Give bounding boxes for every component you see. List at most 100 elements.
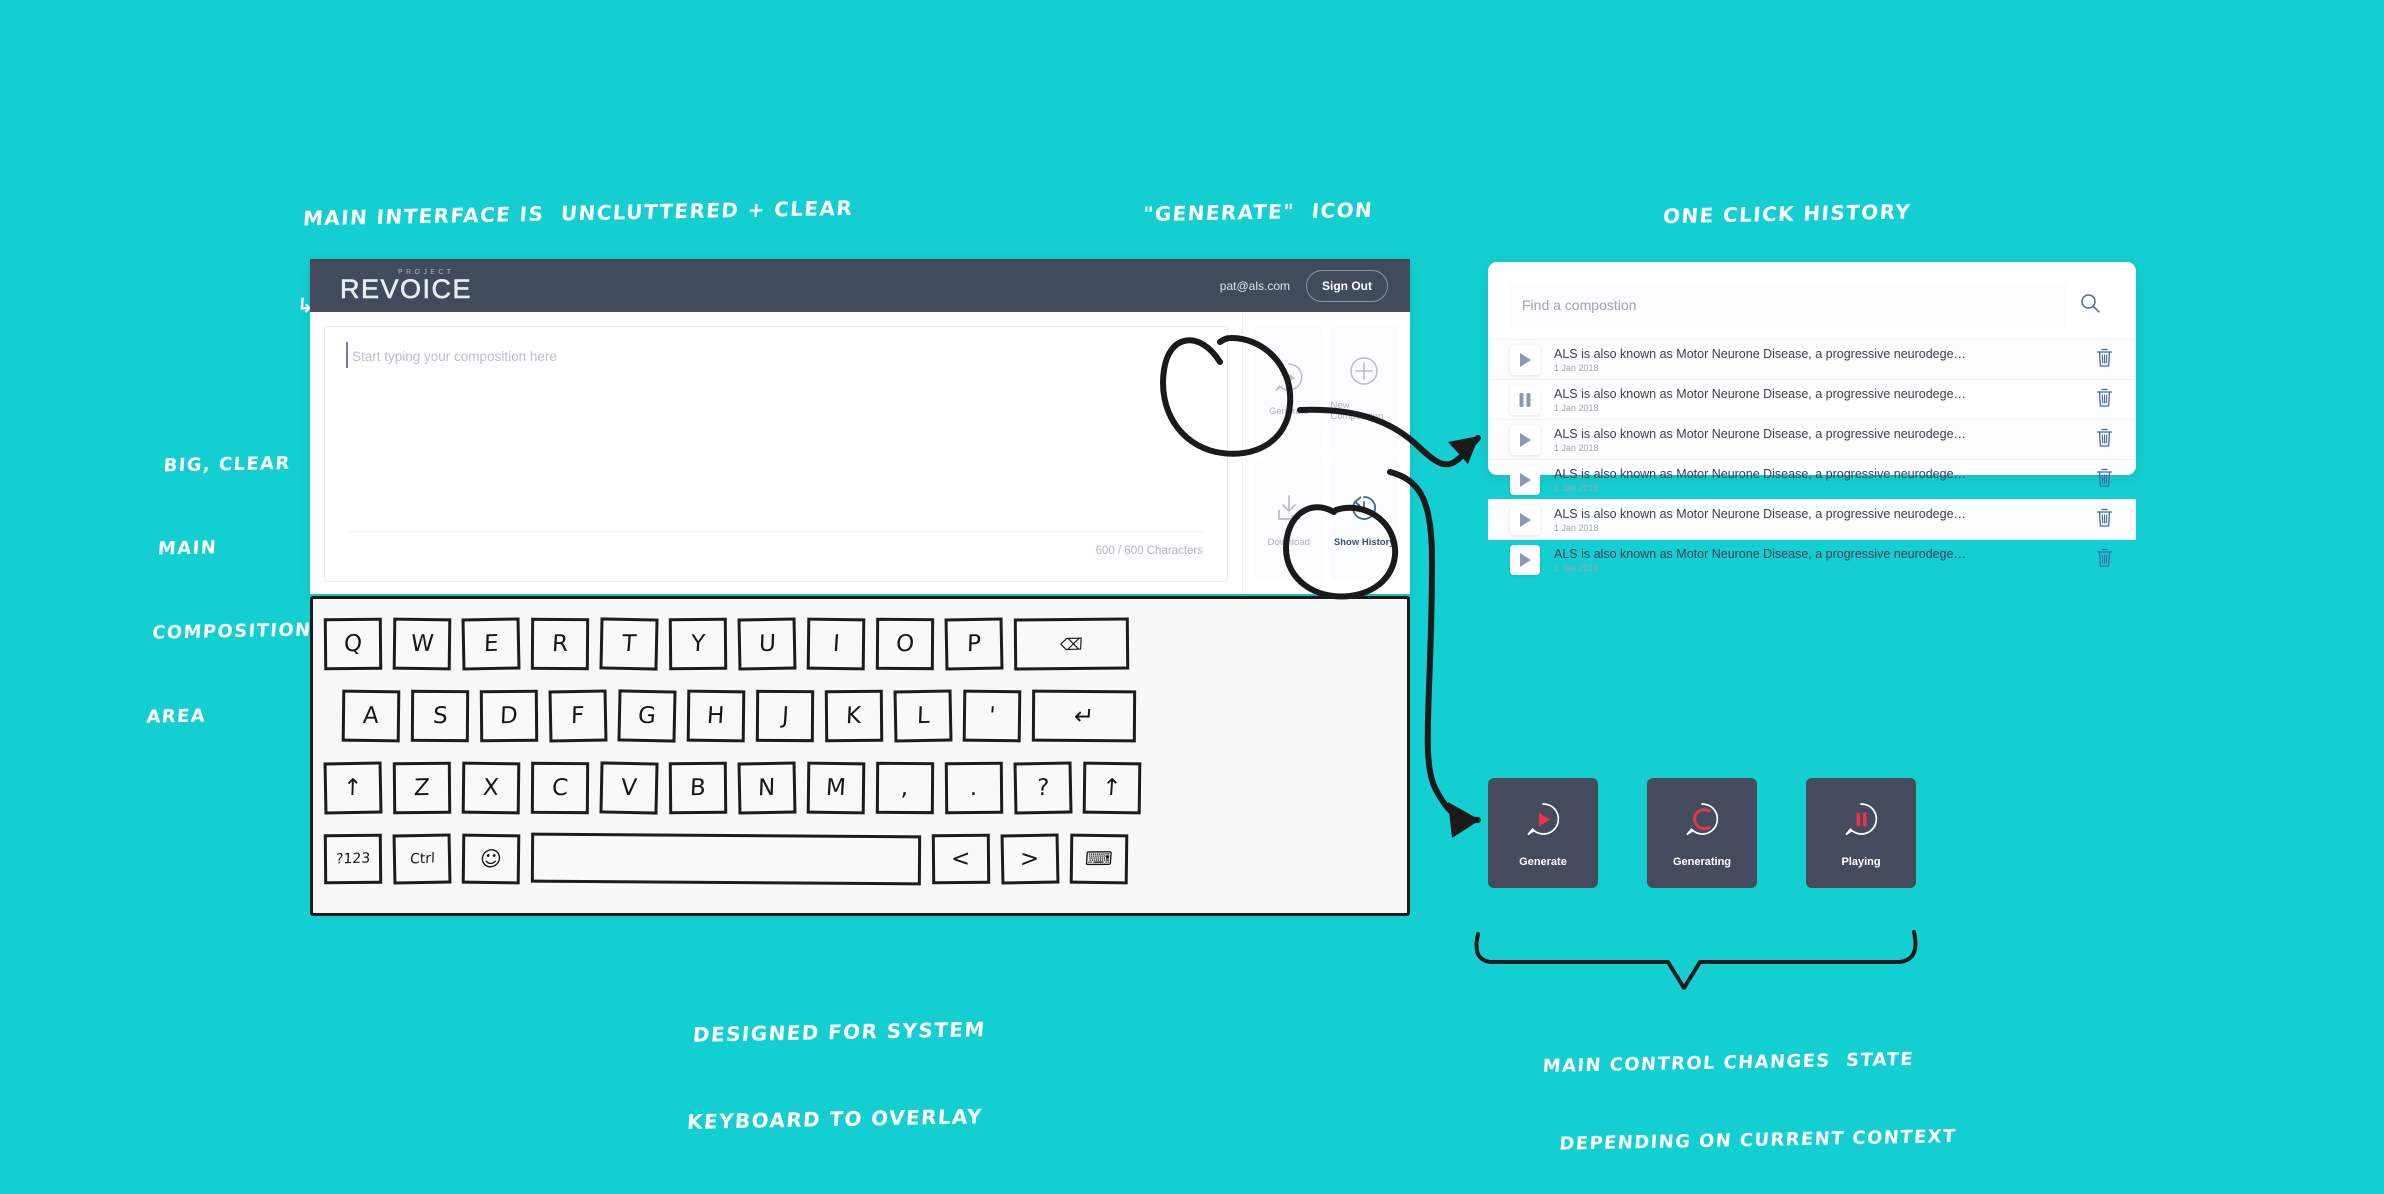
state-card-generating[interactable]: Generating — [1647, 778, 1757, 888]
key-ctrl[interactable]: Ctrl — [392, 833, 452, 885]
key-p[interactable]: P — [944, 617, 1004, 671]
new-composition-button[interactable]: New Composition — [1330, 326, 1398, 449]
play-icon[interactable] — [1510, 464, 1540, 495]
search-input[interactable]: Find a compostion — [1510, 283, 2066, 327]
download-button-label: Download — [1267, 536, 1310, 548]
note-one-click-history-line1: ONE CLICK HISTORY — [1662, 199, 1913, 229]
trash-icon[interactable] — [2095, 387, 2114, 413]
key-f[interactable]: F — [548, 689, 608, 743]
trash-icon[interactable] — [2095, 507, 2114, 533]
key-c[interactable]: C — [530, 761, 590, 815]
state-card-generate[interactable]: Generate — [1488, 778, 1598, 888]
key-e[interactable]: E — [461, 617, 521, 671]
key-t[interactable]: T — [599, 617, 659, 671]
key-arrow-right[interactable]: > — [1000, 833, 1060, 885]
key-i[interactable]: I — [806, 617, 866, 671]
note-main-control-state: MAIN CONTROL CHANGES STATE DEPENDING ON … — [1533, 994, 1966, 1194]
key-h[interactable]: H — [686, 689, 746, 743]
key-question[interactable]: ? — [1013, 761, 1073, 815]
key-comma[interactable]: , — [875, 761, 935, 815]
account-email: pat@als.com — [1219, 278, 1290, 293]
key-y[interactable]: Y — [668, 617, 728, 671]
key-shift-right[interactable]: ↑ — [1082, 761, 1142, 815]
composition-placeholder: Start typing your composition here — [346, 342, 1203, 368]
generate-button[interactable]: Generate — [1255, 326, 1323, 449]
key-n[interactable]: N — [737, 761, 797, 815]
trash-icon[interactable] — [2095, 467, 2114, 493]
key-emoji[interactable]: ☺ — [461, 833, 521, 885]
app-body: Start typing your composition here 600 /… — [310, 312, 1410, 594]
header-right: pat@als.com Sign Out — [1219, 269, 1388, 302]
history-row-title: ALS is also known as Motor Neurone Disea… — [1554, 466, 1967, 481]
history-row[interactable]: ALS is also known as Motor Neurone Disea… — [1488, 459, 2136, 499]
key-q[interactable]: Q — [323, 617, 383, 671]
history-row[interactable]: ALS is also known as Motor Neurone Disea… — [1488, 379, 2136, 419]
key-backspace[interactable]: ⌫ — [1013, 617, 1130, 671]
key-l[interactable]: L — [893, 689, 953, 743]
key-s[interactable]: S — [410, 689, 470, 743]
note-composition-area-line2: MAIN — [157, 537, 218, 560]
key-r[interactable]: R — [530, 617, 590, 671]
search-button[interactable] — [2066, 283, 2114, 327]
key-d[interactable]: D — [479, 689, 539, 743]
key-w[interactable]: W — [392, 617, 452, 671]
key-j[interactable]: J — [755, 689, 815, 743]
trash-icon[interactable] — [2095, 547, 2114, 573]
key-v[interactable]: V — [599, 761, 659, 815]
history-search-bar: Find a compostion — [1510, 283, 2114, 327]
download-button[interactable]: Download — [1255, 457, 1323, 580]
history-row[interactable]: ALS is also known as Motor Neurone Disea… — [1488, 499, 2136, 539]
key-o[interactable]: O — [875, 617, 935, 671]
history-list: ALS is also known as Motor Neurone Disea… — [1488, 339, 2136, 579]
key-hide-keyboard[interactable]: ⌨ — [1069, 833, 1129, 885]
play-icon[interactable] — [1510, 344, 1540, 375]
history-row[interactable]: ALS is also known as Motor Neurone Disea… — [1488, 339, 2136, 379]
play-icon[interactable] — [1510, 424, 1540, 455]
key-space[interactable] — [530, 832, 922, 886]
show-history-button[interactable]: Show History — [1330, 457, 1398, 580]
key-apostrophe[interactable]: ' — [962, 689, 1022, 743]
design-board: MAIN INTERFACE IS UNCLUTTERED + CLEAR ↳ … — [0, 0, 2384, 1194]
composition-footer: 600 / 600 Characters — [349, 531, 1203, 559]
history-row-text: ALS is also known as Motor Neurone Disea… — [1554, 387, 2081, 413]
composition-placeholder-text: Start typing your composition here — [352, 349, 557, 364]
key-period[interactable]: . — [944, 761, 1004, 815]
key-z[interactable]: Z — [392, 761, 452, 815]
note-composition-area-line4: AREA — [145, 705, 207, 728]
text-caret — [346, 342, 348, 368]
play-icon[interactable] — [1510, 544, 1540, 575]
show-history-button-label: Show History — [1333, 536, 1395, 548]
pause-icon[interactable] — [1510, 384, 1540, 415]
history-row[interactable]: ALS is also known as Motor Neurone Disea… — [1488, 539, 2136, 579]
new-composition-button-label: New Composition — [1330, 400, 1384, 422]
note-composition-area-line1: BIG, CLEAR — [162, 452, 292, 477]
on-screen-keyboard: Q W E R T Y U I O P ⌫ A S D F G H J K L … — [310, 596, 1410, 916]
history-row[interactable]: ALS is also known as Motor Neurone Disea… — [1488, 419, 2136, 459]
composition-column: Start typing your composition here 600 /… — [310, 312, 1242, 594]
key-symbols[interactable]: ?123 — [323, 833, 383, 885]
key-x[interactable]: X — [461, 761, 521, 815]
speech-play-icon — [1270, 359, 1308, 397]
history-row-title: ALS is also known as Motor Neurone Disea… — [1554, 506, 1967, 521]
note-main-interface-line1: MAIN INTERFACE IS UNCLUTTERED + CLEAR — [302, 195, 854, 231]
key-a[interactable]: A — [341, 689, 401, 743]
key-b[interactable]: B — [668, 761, 728, 815]
composition-textarea[interactable]: Start typing your composition here 600 /… — [324, 326, 1228, 582]
trash-icon[interactable] — [2095, 347, 2114, 373]
sign-out-button[interactable]: Sign Out — [1306, 269, 1388, 302]
note-keyboard-overlay-line1: DESIGNED FOR SYSTEM — [692, 1017, 987, 1047]
key-m[interactable]: M — [806, 761, 866, 815]
key-enter[interactable]: ↵ — [1031, 689, 1137, 743]
key-arrow-left[interactable]: < — [931, 833, 991, 885]
key-u[interactable]: U — [737, 617, 797, 671]
note-keyboard-overlay: DESIGNED FOR SYSTEM KEYBOARD TO OVERLAY — [682, 957, 994, 1194]
trash-icon[interactable] — [2095, 427, 2114, 453]
play-icon[interactable] — [1510, 504, 1540, 535]
action-tiles: Generate New Composition Download Show H… — [1242, 312, 1410, 594]
history-row-text: ALS is also known as Motor Neurone Disea… — [1554, 467, 2081, 493]
state-card-playing[interactable]: Playing — [1806, 778, 1916, 888]
key-k[interactable]: K — [824, 689, 884, 743]
history-row-title: ALS is also known as Motor Neurone Disea… — [1554, 546, 1967, 561]
key-shift-left[interactable]: ↑ — [323, 761, 383, 815]
key-g[interactable]: G — [617, 689, 677, 743]
